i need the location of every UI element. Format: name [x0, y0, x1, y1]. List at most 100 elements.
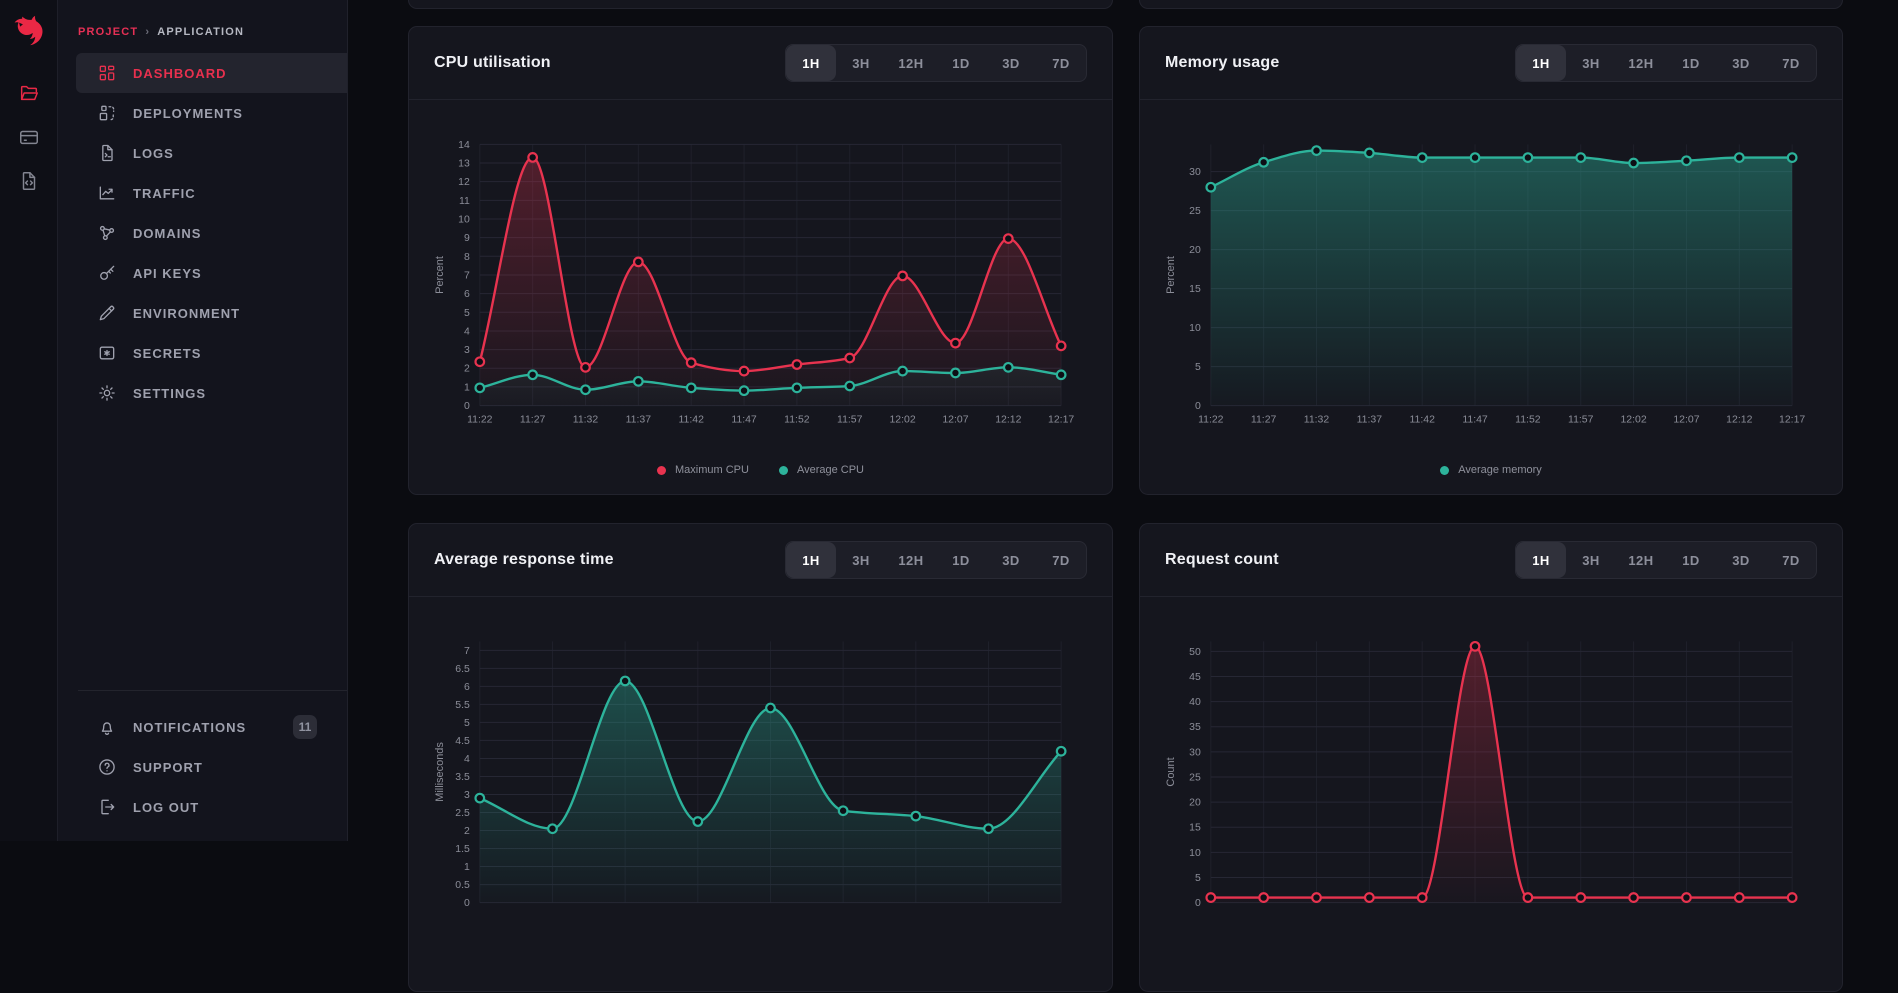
legend-label: Maximum CPU: [675, 464, 749, 476]
deployments-icon: [97, 103, 117, 123]
legend-dot-icon: [779, 466, 788, 475]
range-button-3d[interactable]: 3D: [986, 542, 1036, 578]
range-button-3h[interactable]: 3H: [836, 45, 886, 81]
range-button-1h[interactable]: 1H: [1516, 45, 1566, 81]
range-button-1h[interactable]: 1H: [786, 45, 836, 81]
svg-text:20: 20: [1189, 798, 1201, 809]
svg-text:Percent: Percent: [1165, 256, 1177, 294]
range-button-12h[interactable]: 12H: [1616, 45, 1666, 81]
range-button-7d[interactable]: 7D: [1036, 542, 1086, 578]
svg-text:11:47: 11:47: [1462, 415, 1488, 426]
svg-text:12:17: 12:17: [1048, 415, 1074, 426]
sidebar-divider: [78, 690, 347, 691]
svg-text:4: 4: [464, 326, 470, 337]
card-header: Memory usage 1H3H12H1D3D7D: [1140, 27, 1842, 100]
sidebar-nav: DASHBOARD DEPLOYMENTS LOGS TRAFFIC DOMAINS AP…: [58, 53, 347, 413]
card-request-count: Request count 1H3H12H1D3D7D 051015202530…: [1139, 523, 1843, 992]
sidebar-item-domains[interactable]: DOMAINS: [76, 213, 347, 253]
file-code-icon[interactable]: [18, 170, 40, 192]
svg-text:0: 0: [464, 898, 470, 909]
sidebar: PROJECT › APPLICATION DASHBOARDDEPLOYMEN…: [58, 0, 348, 841]
breadcrumb-application[interactable]: APPLICATION: [157, 26, 244, 38]
svg-text:25: 25: [1189, 206, 1201, 217]
range-button-12h[interactable]: 12H: [886, 45, 936, 81]
legend-label: Average memory: [1458, 464, 1542, 476]
card-title: CPU utilisation: [434, 54, 551, 72]
sidebar-item-logs[interactable]: LOGS: [76, 133, 347, 173]
range-button-1d[interactable]: 1D: [1666, 45, 1716, 81]
svg-text:11:52: 11:52: [784, 415, 810, 426]
card-average-response-time: Average response time 1H3H12H1D3D7D 0 0.5…: [408, 523, 1113, 992]
card-cpu-utilisation: CPU utilisation 1H3H12H1D3D7D 0123456789…: [408, 26, 1113, 495]
time-range-group: 1H3H12H1D3D7D: [785, 44, 1087, 82]
svg-text:12:17: 12:17: [1779, 415, 1805, 426]
sidebar-item-support[interactable]: SUPPORT: [76, 747, 347, 787]
svg-text:5.5: 5.5: [455, 700, 470, 711]
range-button-3h[interactable]: 3H: [836, 542, 886, 578]
card-title: Request count: [1165, 551, 1279, 569]
sidebar-item-label: DEPLOYMENTS: [133, 106, 243, 121]
breadcrumb-project[interactable]: PROJECT: [78, 26, 138, 38]
sidebar-item-notifications[interactable]: NOTIFICATIONS11: [76, 707, 347, 747]
svg-text:12:12: 12:12: [995, 415, 1021, 426]
svg-text:40: 40: [1189, 697, 1201, 708]
legend-entry[interactable]: Maximum CPU: [657, 464, 749, 476]
range-button-1h[interactable]: 1H: [786, 542, 836, 578]
folder-icon[interactable]: [18, 82, 40, 104]
notification-count-badge: 11: [293, 715, 317, 739]
range-button-12h[interactable]: 12H: [1616, 542, 1666, 578]
credit-card-icon[interactable]: [18, 126, 40, 148]
range-button-3d[interactable]: 3D: [986, 45, 1036, 81]
svg-text:2: 2: [464, 826, 470, 837]
range-button-1d[interactable]: 1D: [936, 542, 986, 578]
range-button-1h[interactable]: 1H: [1516, 542, 1566, 578]
range-button-7d[interactable]: 7D: [1036, 45, 1086, 81]
svg-text:11: 11: [459, 196, 470, 207]
svg-text:12:02: 12:02: [1620, 415, 1646, 426]
range-button-12h[interactable]: 12H: [886, 542, 936, 578]
card-sliver-right: [1139, 0, 1843, 9]
sidebar-item-label: TRAFFIC: [133, 186, 196, 201]
svg-text:7: 7: [464, 270, 470, 281]
sidebar-item-secrets[interactable]: SECRETS: [76, 333, 347, 373]
svg-text:0.5: 0.5: [455, 880, 470, 891]
svg-text:12:07: 12:07: [1673, 415, 1699, 426]
range-button-1d[interactable]: 1D: [1666, 542, 1716, 578]
range-button-3d[interactable]: 3D: [1716, 542, 1766, 578]
svg-text:10: 10: [458, 214, 470, 225]
sidebar-item-log-out[interactable]: LOG OUT: [76, 787, 347, 827]
chart-legend: Average memory: [1140, 464, 1842, 476]
svg-text:11:42: 11:42: [1409, 415, 1435, 426]
legend-entry[interactable]: Average CPU: [779, 464, 864, 476]
time-range-group: 1H3H12H1D3D7D: [785, 541, 1087, 579]
range-button-3h[interactable]: 3H: [1566, 542, 1616, 578]
sidebar-item-label: API KEYS: [133, 266, 202, 281]
pencil-icon: [97, 303, 117, 323]
svg-text:5: 5: [464, 718, 470, 729]
svg-text:Percent: Percent: [434, 256, 446, 294]
sidebar-footer: NOTIFICATIONS11SUPPORTLOG OUT: [58, 707, 347, 827]
svg-text:15: 15: [1189, 284, 1201, 295]
sidebar-item-api-keys[interactable]: API KEYS: [76, 253, 347, 293]
svg-text:11:37: 11:37: [626, 415, 652, 426]
svg-text:11:32: 11:32: [573, 415, 599, 426]
range-button-1d[interactable]: 1D: [936, 45, 986, 81]
logout-icon: [97, 797, 117, 817]
range-button-3d[interactable]: 3D: [1716, 45, 1766, 81]
sidebar-item-dashboard[interactable]: DASHBOARD: [76, 53, 347, 93]
sidebar-item-traffic[interactable]: TRAFFIC: [76, 173, 347, 213]
svg-text:11:32: 11:32: [1304, 415, 1330, 426]
range-button-3h[interactable]: 3H: [1566, 45, 1616, 81]
range-button-7d[interactable]: 7D: [1766, 542, 1816, 578]
sidebar-item-deployments[interactable]: DEPLOYMENTS: [76, 93, 347, 133]
card-title: Average response time: [434, 551, 614, 569]
card-sliver-left: [408, 0, 1113, 9]
svg-text:12: 12: [458, 177, 470, 188]
sidebar-item-environment[interactable]: ENVIRONMENT: [76, 293, 347, 333]
svg-text:12:02: 12:02: [889, 415, 915, 426]
sidebar-item-settings[interactable]: SETTINGS: [76, 373, 347, 413]
range-button-7d[interactable]: 7D: [1766, 45, 1816, 81]
svg-text:30: 30: [1189, 747, 1201, 758]
legend-entry[interactable]: Average memory: [1440, 464, 1542, 476]
svg-text:12:07: 12:07: [942, 415, 968, 426]
